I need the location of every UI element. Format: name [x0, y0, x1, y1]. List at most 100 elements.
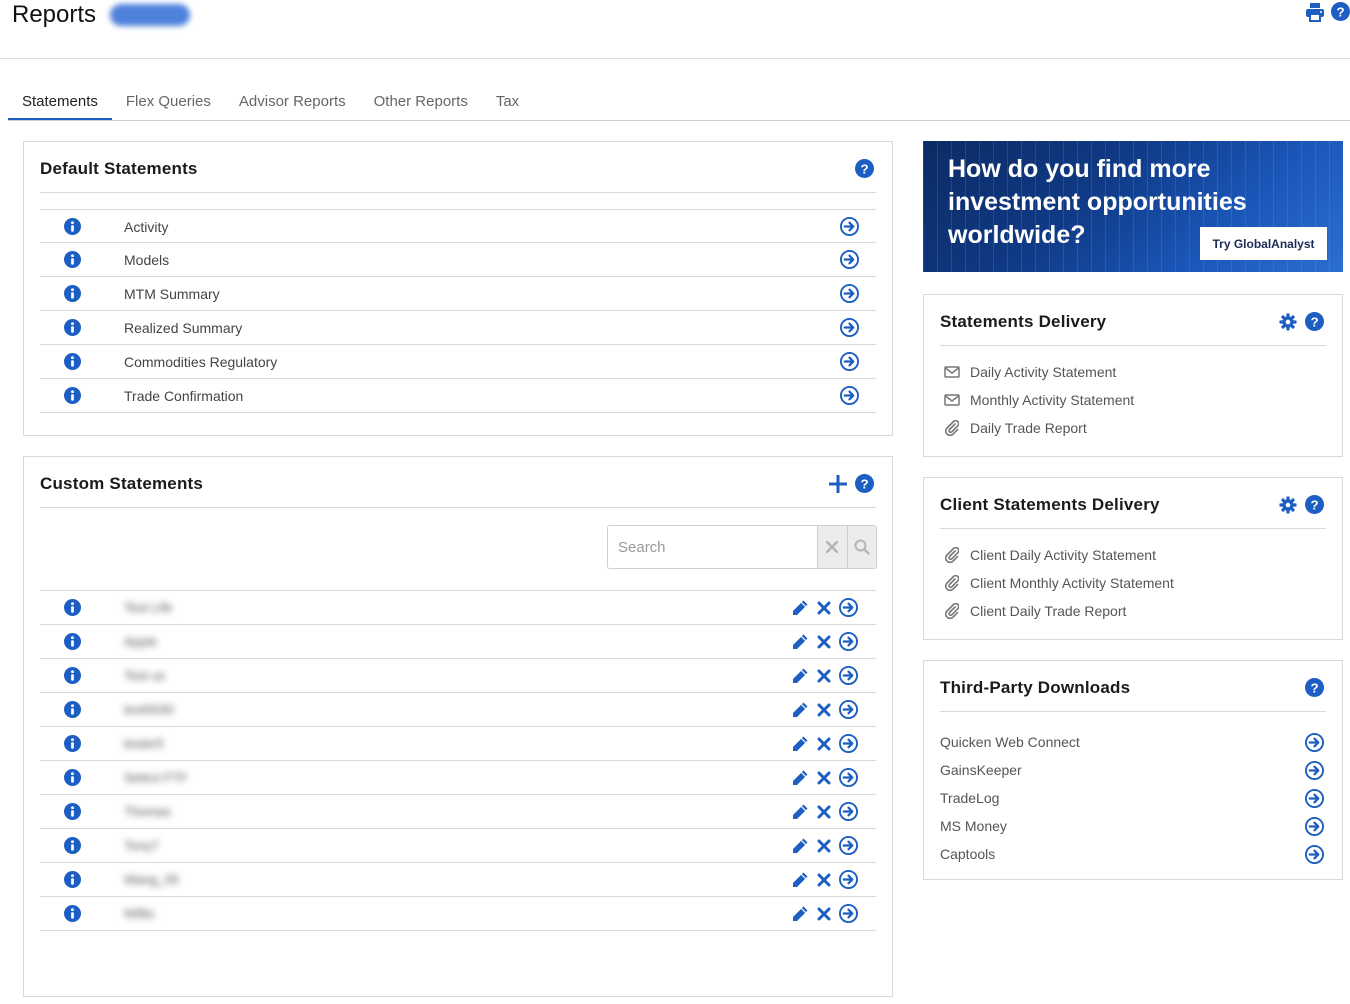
edit-icon[interactable]: [791, 632, 809, 651]
tab-flex-queries[interactable]: Flex Queries: [112, 84, 225, 120]
help-icon[interactable]: ?: [855, 474, 874, 493]
delete-icon[interactable]: [817, 632, 831, 651]
search-button[interactable]: [846, 526, 876, 568]
info-icon[interactable]: [64, 251, 81, 268]
delivery-link[interactable]: Client Daily Activity Statement: [944, 547, 1156, 563]
delete-icon[interactable]: [817, 666, 831, 685]
list-item[interactable]: Commodities Regulatory: [40, 345, 876, 379]
arrow-right-icon[interactable]: [839, 598, 858, 617]
table-row[interactable]: Willis: [40, 897, 876, 931]
edit-icon[interactable]: [791, 870, 809, 889]
download-item[interactable]: MS Money: [940, 814, 1326, 838]
info-icon[interactable]: [64, 353, 81, 370]
list-item[interactable]: MTM Summary: [40, 277, 876, 311]
list-item[interactable]: Activity: [40, 209, 876, 243]
gear-icon[interactable]: [1279, 312, 1297, 331]
search-input[interactable]: [608, 526, 817, 568]
edit-icon[interactable]: [791, 836, 809, 855]
arrow-right-icon[interactable]: [1305, 761, 1324, 780]
table-row[interactable]: Select FTF: [40, 761, 876, 795]
edit-icon[interactable]: [791, 598, 809, 617]
add-icon[interactable]: [829, 474, 847, 493]
info-icon[interactable]: [64, 837, 81, 854]
table-row[interactable]: Test Life: [40, 591, 876, 625]
info-icon[interactable]: [64, 633, 81, 650]
tab-advisor-reports[interactable]: Advisor Reports: [225, 84, 360, 120]
info-icon[interactable]: [64, 387, 81, 404]
arrow-right-icon[interactable]: [1305, 817, 1324, 836]
table-row[interactable]: Test us: [40, 659, 876, 693]
arrow-right-icon[interactable]: [1305, 845, 1324, 864]
arrow-right-icon[interactable]: [839, 768, 858, 787]
edit-icon[interactable]: [791, 904, 809, 923]
edit-icon[interactable]: [791, 768, 809, 787]
arrow-right-icon[interactable]: [839, 632, 858, 651]
delete-icon[interactable]: [817, 700, 831, 719]
info-icon[interactable]: [64, 905, 81, 922]
table-row[interactable]: Wang_05: [40, 863, 876, 897]
info-icon[interactable]: [64, 599, 81, 616]
arrow-right-icon[interactable]: [839, 734, 858, 753]
delivery-link[interactable]: Monthly Activity Statement: [944, 392, 1134, 408]
edit-icon[interactable]: [791, 700, 809, 719]
info-icon[interactable]: [64, 319, 81, 336]
delete-icon[interactable]: [817, 836, 831, 855]
delete-icon[interactable]: [817, 734, 831, 753]
arrow-right-icon[interactable]: [840, 352, 859, 371]
help-icon[interactable]: ?: [1305, 495, 1324, 514]
table-row[interactable]: Thomas: [40, 795, 876, 829]
arrow-right-icon[interactable]: [1305, 789, 1324, 808]
download-item[interactable]: TradeLog: [940, 786, 1326, 810]
delivery-link[interactable]: Client Daily Trade Report: [944, 603, 1126, 619]
arrow-right-icon[interactable]: [839, 700, 858, 719]
edit-icon[interactable]: [791, 734, 809, 753]
download-item[interactable]: GainsKeeper: [940, 758, 1326, 782]
info-icon[interactable]: [64, 285, 81, 302]
tab-other-reports[interactable]: Other Reports: [360, 84, 482, 120]
delete-icon[interactable]: [817, 768, 831, 787]
info-icon[interactable]: [64, 871, 81, 888]
table-row[interactable]: Apple: [40, 625, 876, 659]
print-icon[interactable]: [1305, 2, 1325, 22]
delete-icon[interactable]: [817, 870, 831, 889]
delete-icon[interactable]: [817, 598, 831, 617]
help-icon[interactable]: ?: [1305, 312, 1324, 331]
list-item[interactable]: Realized Summary: [40, 311, 876, 345]
arrow-right-icon[interactable]: [840, 318, 859, 337]
delivery-link[interactable]: Daily Activity Statement: [944, 364, 1116, 380]
edit-icon[interactable]: [791, 802, 809, 821]
account-badge[interactable]: [110, 4, 190, 26]
help-icon[interactable]: ?: [1305, 678, 1324, 697]
tab-statements[interactable]: Statements: [8, 84, 112, 120]
edit-icon[interactable]: [791, 666, 809, 685]
arrow-right-icon[interactable]: [840, 250, 859, 269]
arrow-right-icon[interactable]: [839, 870, 858, 889]
list-item[interactable]: Trade Confirmation: [40, 379, 876, 413]
info-icon[interactable]: [64, 803, 81, 820]
table-row[interactable]: test0030: [40, 693, 876, 727]
arrow-right-icon[interactable]: [840, 217, 859, 236]
arrow-right-icon[interactable]: [839, 666, 858, 685]
try-globalanalyst-button[interactable]: Try GlobalAnalyst: [1200, 227, 1327, 260]
table-row[interactable]: Tony7: [40, 829, 876, 863]
info-icon[interactable]: [64, 701, 81, 718]
list-item[interactable]: Models: [40, 243, 876, 277]
info-icon[interactable]: [64, 667, 81, 684]
info-icon[interactable]: [64, 218, 81, 235]
arrow-right-icon[interactable]: [839, 836, 858, 855]
help-icon[interactable]: ?: [1331, 2, 1350, 21]
arrow-right-icon[interactable]: [840, 386, 859, 405]
arrow-right-icon[interactable]: [839, 904, 858, 923]
arrow-right-icon[interactable]: [1305, 733, 1324, 752]
help-icon[interactable]: ?: [855, 159, 874, 178]
delivery-link[interactable]: Client Monthly Activity Statement: [944, 575, 1174, 591]
download-item[interactable]: Quicken Web Connect: [940, 730, 1326, 754]
info-icon[interactable]: [64, 769, 81, 786]
tab-tax[interactable]: Tax: [482, 84, 533, 120]
ad-banner[interactable]: How do you find more investment opportun…: [923, 141, 1343, 272]
gear-icon[interactable]: [1279, 495, 1297, 514]
clear-search-button[interactable]: [817, 526, 847, 568]
arrow-right-icon[interactable]: [839, 802, 858, 821]
delivery-link[interactable]: Daily Trade Report: [944, 420, 1087, 436]
arrow-right-icon[interactable]: [840, 284, 859, 303]
